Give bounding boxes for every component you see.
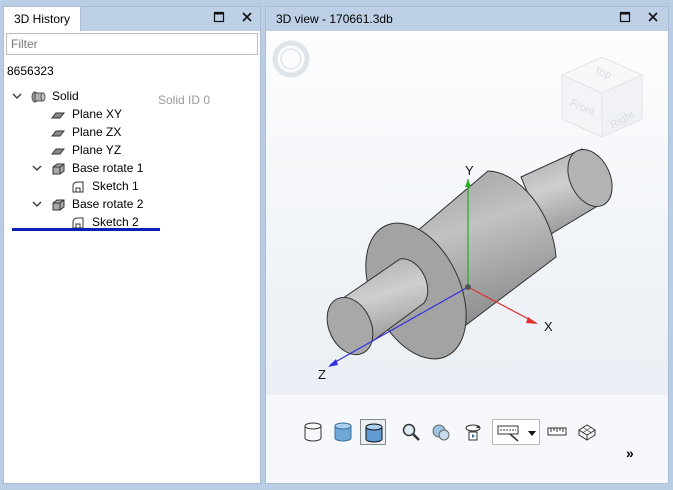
tree-item-plane-xy[interactable]: Plane XY: [4, 105, 254, 123]
grid-button[interactable]: [574, 419, 600, 445]
sketch-icon: [71, 180, 85, 193]
tab-3d-view[interactable]: 3D view - 170661.3db: [266, 7, 403, 31]
tree-item-sketch-1[interactable]: Sketch 1: [4, 177, 254, 195]
solid-icon: [31, 90, 47, 103]
close-icon[interactable]: [240, 11, 254, 25]
base-rotate-icon: [51, 198, 65, 211]
selection-underline: [12, 228, 160, 231]
tree-item-plane-yz[interactable]: Plane YZ: [4, 141, 254, 159]
shaded-cylinder-icon: [334, 422, 352, 442]
rotate-view-button[interactable]: [460, 419, 486, 445]
shaded-edges-view-button[interactable]: [360, 419, 386, 445]
maximize-icon[interactable]: [212, 11, 226, 25]
3d-scene[interactable]: Top Front Right Y X Z: [266, 31, 668, 483]
shaded-edges-cylinder-icon: [365, 423, 383, 443]
axis-y-label: Y: [465, 163, 474, 178]
more-icon[interactable]: »: [626, 445, 634, 461]
plane-icon: [50, 108, 66, 120]
rotate-view-icon: [465, 424, 481, 441]
3d-view-titlebar: 3D view - 170661.3db: [266, 7, 668, 31]
plane-icon: [50, 126, 66, 138]
close-icon[interactable]: [646, 11, 660, 25]
tree-item-solid[interactable]: Solid: [4, 87, 254, 105]
tab-3d-history[interactable]: 3D History: [4, 7, 82, 31]
view-options-icon: [497, 425, 519, 442]
measure-ruler-icon: [547, 427, 567, 436]
base-rotate-icon: [51, 162, 65, 175]
chevron-down-icon[interactable]: [32, 159, 42, 177]
tree-item-label: Solid: [52, 89, 79, 103]
tree-item-label: Plane XY: [72, 107, 123, 121]
maximize-icon[interactable]: [618, 11, 632, 25]
zoom-button[interactable]: [398, 419, 424, 445]
model-id: 8656323: [7, 64, 54, 78]
tree-item-label: Base rotate 2: [72, 197, 144, 211]
zoom-selection-icon: [432, 424, 450, 441]
orbit-icon[interactable]: [272, 40, 310, 78]
3d-view-panel: 3D view - 170661.3db Top Front Right Y X…: [265, 6, 669, 484]
3d-viewport[interactable]: Top Front Right Y X Z »: [266, 31, 668, 483]
history-panel: 3D History 8656323 Solid Solid ID 0 Plan…: [3, 6, 261, 484]
wireframe-view-button[interactable]: [300, 419, 326, 445]
wireframe-cylinder-icon: [304, 422, 322, 442]
chevron-down-icon[interactable]: [12, 87, 22, 105]
view-cube[interactable]: Top Front Right: [560, 56, 644, 138]
tree-item-label: Sketch 1: [92, 179, 139, 193]
shaded-view-button[interactable]: [330, 419, 356, 445]
tree-item-plane-zx[interactable]: Plane ZX: [4, 123, 254, 141]
grid-cube-icon: [578, 424, 596, 441]
tree-item-base-rotate-2[interactable]: Base rotate 2: [4, 195, 254, 213]
tree-item-label: Plane YZ: [72, 143, 122, 157]
tree-item-base-rotate-1[interactable]: Base rotate 1: [4, 159, 254, 177]
filter-input[interactable]: [6, 33, 258, 55]
zoom-icon: [402, 423, 420, 441]
tree-item-label: Base rotate 1: [72, 161, 144, 175]
measure-button[interactable]: [544, 419, 570, 445]
chevron-down-icon[interactable]: [32, 195, 42, 213]
tree-item-label: Plane ZX: [72, 125, 122, 139]
sketch-icon: [71, 216, 85, 229]
dropdown-arrow-icon[interactable]: [527, 428, 537, 438]
zoom-selection-button[interactable]: [428, 419, 454, 445]
axis-z-label: Z: [318, 367, 326, 382]
axis-x-label: X: [544, 319, 553, 334]
history-titlebar: 3D History: [4, 7, 260, 31]
view-options-dropdown[interactable]: [492, 419, 540, 445]
plane-icon: [50, 144, 66, 156]
